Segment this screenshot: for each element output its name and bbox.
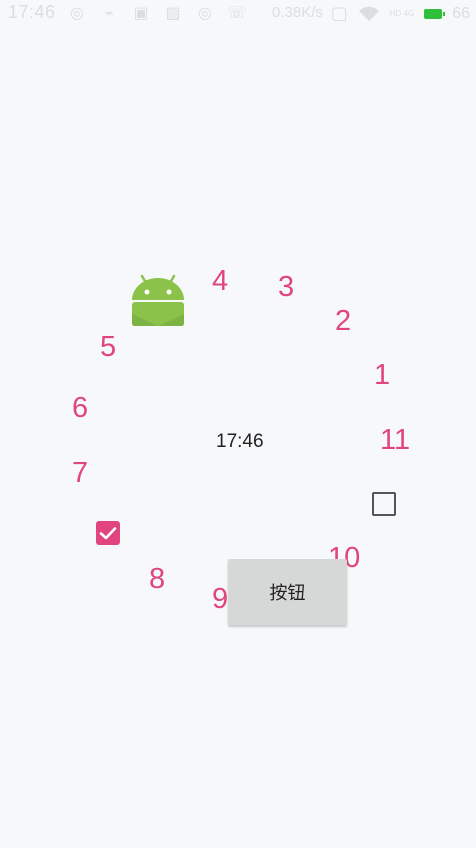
network-speed: 0.38K/s xyxy=(272,4,323,21)
phone-icon: ☏ xyxy=(226,5,247,22)
status-icons: ◎ ⌁ ▣ ▨ ◎ ☏ xyxy=(66,3,248,23)
clock-number-6: 6 xyxy=(72,392,89,424)
status-time: 17:46 xyxy=(8,2,56,22)
status-right: ▢ HD 4G 66 xyxy=(331,3,470,24)
clock-number-7: 7 xyxy=(72,457,89,489)
clock-number-5: 5 xyxy=(100,331,117,363)
checkbox-unchecked[interactable] xyxy=(372,492,396,516)
vibrate-icon: ▢ xyxy=(330,3,348,23)
gallery-icon: ▨ xyxy=(165,5,181,22)
checkbox-checked[interactable] xyxy=(96,521,120,545)
clock-number-11: 11 xyxy=(380,424,411,456)
weibo-icon: ◎ xyxy=(70,5,84,22)
weibo-icon-2: ◎ xyxy=(198,5,212,22)
usb-icon: ⌁ xyxy=(104,5,114,22)
clock-number-2: 2 xyxy=(335,305,352,337)
action-button[interactable]: 按钮 xyxy=(228,559,347,625)
center-time-text: 17:46 xyxy=(216,431,264,452)
clock-number-1: 1 xyxy=(374,359,391,391)
notification-icon: ▣ xyxy=(133,5,149,22)
action-button-label: 按钮 xyxy=(269,583,306,604)
status-bar: 17:46 ◎ ⌁ ▣ ▨ ◎ ☏ 0.38K/s ▢ HD 4G 66 xyxy=(0,0,476,28)
network-type-label: HD 4G xyxy=(389,9,415,18)
clock-number-9: 9 xyxy=(212,583,229,615)
android-robot-icon xyxy=(132,274,184,326)
battery-level: 66 xyxy=(452,4,470,22)
clock-number-3: 3 xyxy=(278,271,295,303)
clock-number-8: 8 xyxy=(149,563,166,595)
wifi-icon xyxy=(358,6,379,21)
clock-number-4: 4 xyxy=(212,265,229,297)
checkmark-icon xyxy=(99,527,117,540)
battery-icon xyxy=(424,8,446,19)
